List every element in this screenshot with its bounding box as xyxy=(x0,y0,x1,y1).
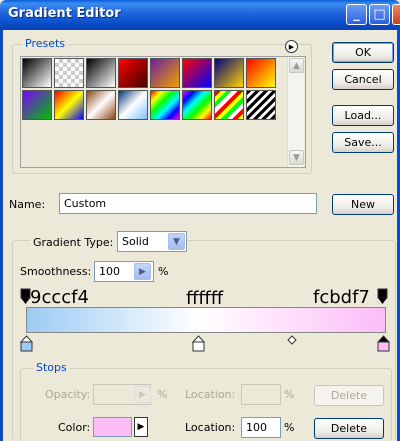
scroll-down-icon[interactable]: ▼ xyxy=(289,150,304,165)
stops-label: Stops xyxy=(33,361,70,374)
preset-swatch[interactable] xyxy=(22,58,52,88)
stop-color-swatch[interactable] xyxy=(93,417,132,437)
load-button[interactable]: Load... xyxy=(332,105,394,126)
preset-swatch[interactable] xyxy=(22,90,52,120)
preset-swatch[interactable] xyxy=(246,90,276,120)
preset-swatch[interactable] xyxy=(86,90,116,120)
close-button[interactable] xyxy=(392,4,400,25)
preset-swatch[interactable] xyxy=(118,90,148,120)
smoothness-label: Smoothness: xyxy=(20,265,92,278)
opacity-location-input[interactable] xyxy=(241,384,281,405)
scroll-up-icon[interactable]: ▲ xyxy=(289,58,304,73)
presets-list[interactable] xyxy=(20,56,306,168)
minimize-button[interactable]: _ xyxy=(346,4,367,25)
chevron-down-icon[interactable]: ▼ xyxy=(168,233,185,250)
title-bar: Gradient Editor _ □ xyxy=(0,0,400,30)
ok-button[interactable]: OK xyxy=(332,42,394,63)
opacity-location-label: Location: xyxy=(185,388,236,401)
preset-swatch[interactable] xyxy=(150,90,180,120)
preset-swatch[interactable] xyxy=(54,90,84,120)
gradient-type-value: Solid xyxy=(122,235,149,248)
presets-scrollbar[interactable]: ▲ ▼ xyxy=(287,57,304,167)
opacity-location-unit: % xyxy=(284,388,295,401)
mid-color-label: ffffff xyxy=(186,288,224,309)
name-label: Name: xyxy=(9,198,46,211)
right-color-label: fcbdf7 xyxy=(313,287,370,308)
opacity-unit: % xyxy=(157,388,168,401)
color-location-label: Location: xyxy=(185,421,236,434)
opacity-arrow-icon[interactable]: ▶ xyxy=(134,386,151,403)
presets-label: Presets xyxy=(22,37,69,50)
color-stop-mid-icon[interactable] xyxy=(192,335,205,352)
window-title: Gradient Editor xyxy=(8,6,121,21)
preset-swatch[interactable] xyxy=(150,58,180,88)
smoothness-arrow-icon[interactable]: ▶ xyxy=(134,263,151,280)
preset-swatch[interactable] xyxy=(214,90,244,120)
cancel-button[interactable]: Cancel xyxy=(332,69,394,90)
color-stop-right-icon[interactable] xyxy=(377,335,390,352)
preset-swatch[interactable] xyxy=(118,58,148,88)
opacity-stop-right-icon[interactable] xyxy=(377,288,389,306)
name-input[interactable]: Custom xyxy=(59,193,317,214)
color-label: Color: xyxy=(58,421,91,434)
color-location-input[interactable]: 100 xyxy=(241,417,281,438)
opacity-label: Opacity: xyxy=(45,388,91,401)
color-menu-arrow-icon[interactable]: ▶ xyxy=(134,417,148,437)
presets-menu-icon[interactable]: ▶ xyxy=(285,40,298,53)
left-color-label: 9cccf4 xyxy=(30,287,89,308)
preset-swatch[interactable] xyxy=(54,58,84,88)
gradient-preview-bar[interactable] xyxy=(26,307,386,333)
delete-color-stop-button[interactable]: Delete xyxy=(314,418,384,439)
preset-swatch[interactable] xyxy=(86,58,116,88)
maximize-button[interactable]: □ xyxy=(369,4,390,25)
smoothness-unit: % xyxy=(158,265,169,278)
gradient-type-label: Gradient Type: xyxy=(30,236,117,249)
color-location-unit: % xyxy=(284,421,295,434)
preset-swatch[interactable] xyxy=(214,58,244,88)
midpoint-diamond-icon[interactable] xyxy=(287,335,297,345)
save-button[interactable]: Save... xyxy=(332,132,394,153)
preset-swatch[interactable] xyxy=(246,58,276,88)
color-stop-left-icon[interactable] xyxy=(20,335,33,352)
preset-swatch[interactable] xyxy=(182,58,212,88)
delete-opacity-stop-button[interactable]: Delete xyxy=(314,385,384,406)
gradient-type-select[interactable]: Solid ▼ xyxy=(117,231,187,252)
new-button[interactable]: New xyxy=(332,194,394,215)
preset-swatch[interactable] xyxy=(182,90,212,120)
smoothness-value: 100 xyxy=(99,265,120,278)
